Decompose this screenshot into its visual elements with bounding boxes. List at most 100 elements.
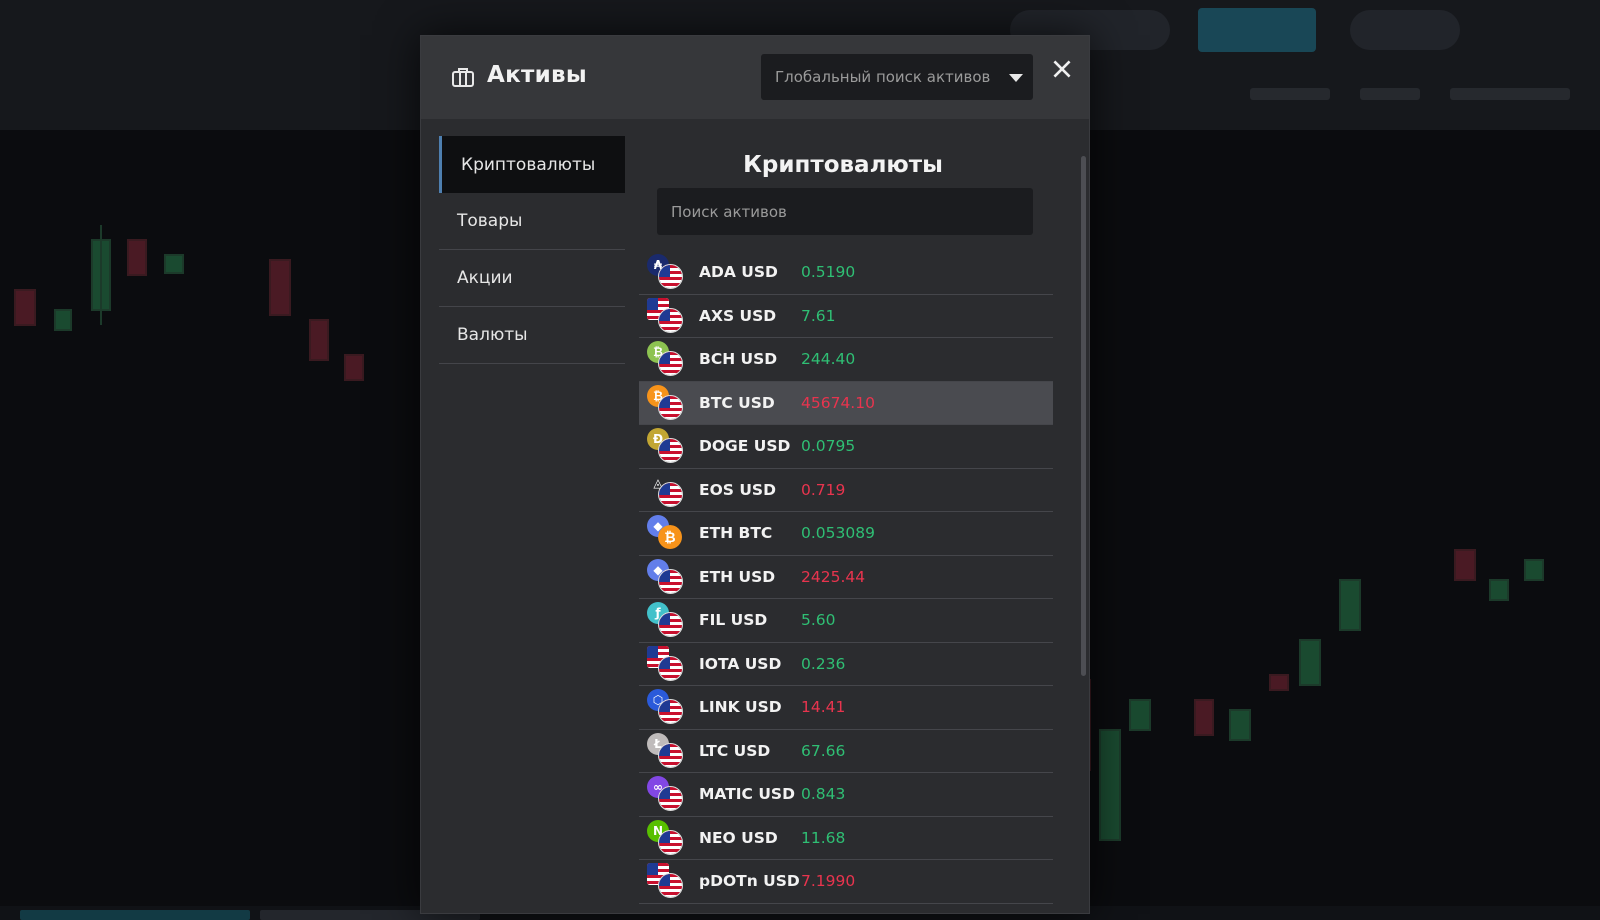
caret-down-icon[interactable] bbox=[1009, 74, 1023, 82]
modal-header: Активы bbox=[421, 36, 1089, 119]
asset-pair-icon: ◆ bbox=[647, 557, 687, 597]
usd-flag-icon bbox=[658, 351, 683, 377]
asset-price: 0.719 bbox=[801, 480, 846, 499]
background-action-button bbox=[1198, 8, 1316, 52]
asset-pair-icon: ₳ bbox=[647, 252, 687, 292]
asset-price: 0.053089 bbox=[801, 524, 875, 543]
background-tab bbox=[1250, 88, 1330, 100]
asset-pair-icon: Ł bbox=[647, 731, 687, 771]
asset-row[interactable]: ◆ ETH USD 2425.44 bbox=[639, 556, 1053, 599]
assets-modal: Активы Криптовалюты Товары Акции Валюты … bbox=[420, 35, 1090, 914]
asset-price: 244.40 bbox=[801, 350, 856, 369]
asset-pair-icon bbox=[647, 861, 687, 901]
usd-flag-icon bbox=[658, 829, 683, 855]
btc-coin-icon: ₿ bbox=[658, 525, 683, 550]
sidebar-item-label: Криптовалюты bbox=[461, 154, 596, 175]
sidebar-item-label: Товары bbox=[457, 211, 523, 231]
usd-flag-icon bbox=[658, 438, 683, 464]
asset-list: ₳ ADA USD 0.5190 AXS USD 7.61 ₿ BCH USD 244.… bbox=[639, 251, 1053, 904]
asset-price: 7.1990 bbox=[801, 872, 856, 891]
asset-name: DOGE USD bbox=[699, 437, 791, 456]
usd-flag-icon bbox=[658, 481, 683, 507]
asset-row[interactable]: AXS USD 7.61 bbox=[639, 295, 1053, 338]
usd-flag-icon bbox=[658, 264, 683, 290]
asset-row[interactable]: ₳ ADA USD 0.5190 bbox=[639, 251, 1053, 295]
asset-name: NEO USD bbox=[699, 828, 778, 847]
asset-row[interactable]: Ð DOGE USD 0.0795 bbox=[639, 425, 1053, 469]
asset-row[interactable]: N NEO USD 11.68 bbox=[639, 817, 1053, 860]
asset-row[interactable]: pDOTn USD 7.1990 bbox=[639, 860, 1053, 904]
usd-flag-icon bbox=[658, 699, 683, 725]
usd-flag-icon bbox=[658, 742, 683, 768]
category-sidebar: Криптовалюты Товары Акции Валюты bbox=[439, 136, 625, 364]
background-language-pill bbox=[1350, 10, 1460, 50]
asset-name: LINK USD bbox=[699, 698, 782, 717]
asset-pair-icon: ƒ bbox=[647, 600, 687, 640]
asset-row[interactable]: ∞ MATIC USD 0.843 bbox=[639, 773, 1053, 817]
global-asset-search[interactable] bbox=[761, 54, 1033, 100]
usd-flag-icon bbox=[658, 612, 683, 638]
asset-pair-icon bbox=[647, 296, 687, 336]
sidebar-item-currencies[interactable]: Валюты bbox=[439, 307, 625, 364]
asset-price: 11.68 bbox=[801, 828, 846, 847]
asset-name: AXS USD bbox=[699, 306, 777, 325]
asset-name: ETH BTC bbox=[699, 524, 773, 543]
asset-name: EOS USD bbox=[699, 480, 776, 499]
modal-title: Активы bbox=[487, 62, 588, 88]
asset-price: 2425.44 bbox=[801, 567, 866, 586]
usd-flag-icon bbox=[658, 786, 683, 812]
asset-pair-icon: ₿ bbox=[647, 339, 687, 379]
sidebar-item-stocks[interactable]: Акции bbox=[439, 250, 625, 307]
global-search-input[interactable] bbox=[773, 67, 997, 87]
asset-row[interactable]: IOTA USD 0.236 bbox=[639, 643, 1053, 686]
asset-search[interactable] bbox=[657, 188, 1033, 235]
usd-flag-icon bbox=[658, 873, 683, 899]
asset-row[interactable]: ◬ EOS USD 0.719 bbox=[639, 469, 1053, 512]
usd-flag-icon bbox=[658, 655, 683, 681]
asset-pair-icon: ⬡ bbox=[647, 687, 687, 727]
close-icon[interactable] bbox=[1049, 56, 1075, 82]
asset-price: 5.60 bbox=[801, 611, 836, 630]
asset-row[interactable]: Ł LTC USD 67.66 bbox=[639, 730, 1053, 773]
sidebar-item-crypto[interactable]: Криптовалюты bbox=[439, 136, 625, 193]
asset-pair-icon: ◬ bbox=[647, 470, 687, 510]
asset-name: FIL USD bbox=[699, 611, 768, 630]
asset-pair-icon: ₿ bbox=[647, 383, 687, 423]
usd-flag-icon bbox=[658, 568, 683, 594]
asset-name: BCH USD bbox=[699, 350, 778, 369]
asset-name: pDOTn USD bbox=[699, 872, 800, 891]
asset-row[interactable]: ₿ BTC USD 45674.10 bbox=[639, 381, 1053, 425]
section-title: Криптовалюты bbox=[743, 152, 943, 178]
asset-price: 0.5190 bbox=[801, 263, 856, 282]
asset-pair-icon: ∞ bbox=[647, 774, 687, 814]
asset-search-input[interactable] bbox=[657, 188, 1033, 235]
asset-price: 67.66 bbox=[801, 741, 846, 760]
asset-name: BTC USD bbox=[699, 393, 775, 412]
asset-price: 45674.10 bbox=[801, 393, 875, 412]
asset-name: LTC USD bbox=[699, 741, 771, 760]
svg-text:₿: ₿ bbox=[664, 530, 675, 546]
sidebar-item-commodities[interactable]: Товары bbox=[439, 193, 625, 250]
scrollbar[interactable] bbox=[1081, 156, 1086, 676]
asset-price: 0.236 bbox=[801, 654, 846, 673]
asset-name: ETH USD bbox=[699, 567, 776, 586]
usd-flag-icon bbox=[658, 394, 683, 420]
asset-pair-icon: ◆ ₿ bbox=[647, 513, 687, 553]
asset-name: MATIC USD bbox=[699, 785, 795, 804]
asset-row[interactable]: ƒ FIL USD 5.60 bbox=[639, 599, 1053, 643]
background-tab bbox=[1450, 88, 1570, 100]
asset-row[interactable]: ◆ ₿ ETH BTC 0.053089 bbox=[639, 512, 1053, 556]
usd-flag-icon bbox=[658, 307, 683, 333]
asset-price: 14.41 bbox=[801, 698, 846, 717]
asset-pair-icon: N bbox=[647, 818, 687, 858]
asset-name: ADA USD bbox=[699, 263, 778, 282]
asset-pair-icon: Ð bbox=[647, 426, 687, 466]
asset-row[interactable]: ⬡ LINK USD 14.41 bbox=[639, 686, 1053, 730]
sidebar-item-label: Валюты bbox=[457, 325, 528, 345]
asset-name: IOTA USD bbox=[699, 654, 782, 673]
asset-price: 0.0795 bbox=[801, 437, 856, 456]
asset-price: 7.61 bbox=[801, 306, 836, 325]
background-tab bbox=[1360, 88, 1420, 100]
asset-row[interactable]: ₿ BCH USD 244.40 bbox=[639, 338, 1053, 382]
background-footer-segment bbox=[20, 910, 250, 920]
